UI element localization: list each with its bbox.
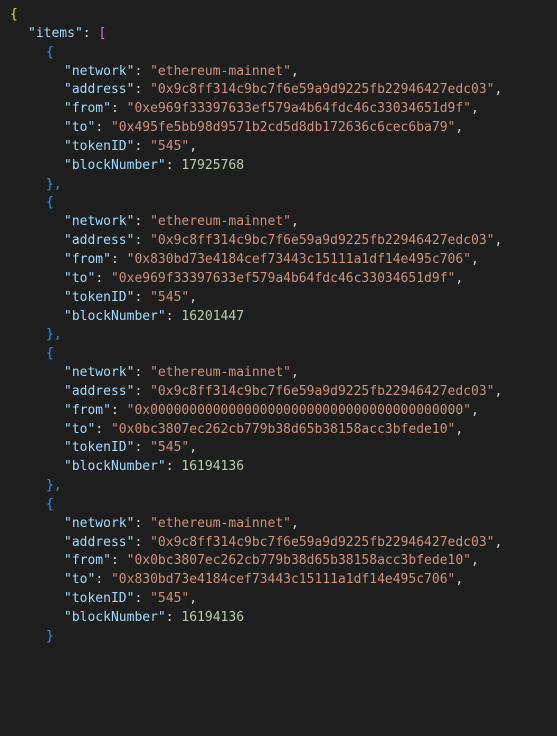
kv-network: "network": "ethereum-mainnet", <box>10 213 547 232</box>
entry-close: }, <box>10 326 547 345</box>
json-code-block: { "items": [ { "network": "ethereum-main… <box>10 6 547 647</box>
kv-from: "from": "0x830bd73e4184cef73443c15111a1d… <box>10 251 547 270</box>
entry-open: { <box>10 194 547 213</box>
kv-blocknumber: "blockNumber": 16194136 <box>10 609 547 628</box>
entry-close-last: } <box>10 628 547 647</box>
kv-from: "from": "0x0bc3807ec262cb779b38d65b38158… <box>10 552 547 571</box>
entry-close: }, <box>10 477 547 496</box>
kv-network: "network": "ethereum-mainnet", <box>10 364 547 383</box>
kv-tokenid: "tokenID": "545", <box>10 590 547 609</box>
kv-network: "network": "ethereum-mainnet", <box>10 63 547 82</box>
kv-network: "network": "ethereum-mainnet", <box>10 515 547 534</box>
kv-address: "address": "0x9c8ff314c9bc7f6e59a9d9225f… <box>10 383 547 402</box>
kv-from: "from": "0xe969f33397633ef579a4b64fdc46c… <box>10 100 547 119</box>
entry-open: { <box>10 345 547 364</box>
items-key-line: "items": [ <box>10 25 547 44</box>
kv-to: "to": "0xe969f33397633ef579a4b64fdc46c33… <box>10 270 547 289</box>
kv-tokenid: "tokenID": "545", <box>10 138 547 157</box>
kv-from: "from": "0x00000000000000000000000000000… <box>10 402 547 421</box>
kv-address: "address": "0x9c8ff314c9bc7f6e59a9d9225f… <box>10 81 547 100</box>
entry-open: { <box>10 44 547 63</box>
open-brace: { <box>10 6 547 25</box>
kv-blocknumber: "blockNumber": 17925768 <box>10 157 547 176</box>
kv-blocknumber: "blockNumber": 16201447 <box>10 308 547 327</box>
entry-close: }, <box>10 176 547 195</box>
kv-to: "to": "0x830bd73e4184cef73443c15111a1df1… <box>10 571 547 590</box>
kv-to: "to": "0x0bc3807ec262cb779b38d65b38158ac… <box>10 421 547 440</box>
kv-address: "address": "0x9c8ff314c9bc7f6e59a9d9225f… <box>10 534 547 553</box>
entry-open: { <box>10 496 547 515</box>
kv-tokenid: "tokenID": "545", <box>10 439 547 458</box>
kv-address: "address": "0x9c8ff314c9bc7f6e59a9d9225f… <box>10 232 547 251</box>
kv-tokenid: "tokenID": "545", <box>10 289 547 308</box>
kv-blocknumber: "blockNumber": 16194136 <box>10 458 547 477</box>
kv-to: "to": "0x495fe5bb98d9571b2cd5d8db172636c… <box>10 119 547 138</box>
